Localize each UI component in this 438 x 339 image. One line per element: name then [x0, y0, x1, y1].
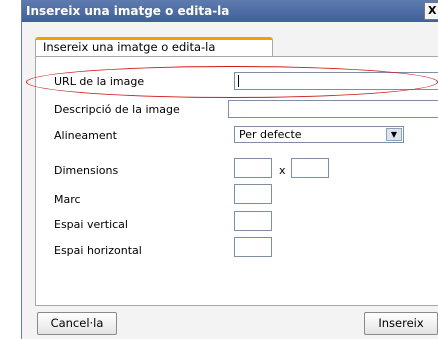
width-input[interactable]: [234, 158, 272, 178]
url-input[interactable]: [234, 72, 438, 90]
tab-insert-image[interactable]: Insereix una imatge o edita-la: [35, 37, 273, 56]
dimensions-label: Dimensions: [54, 164, 119, 177]
dialog-title: Insereix una imatge o edita-la: [26, 4, 230, 18]
dimensions-separator: x: [279, 164, 286, 177]
height-input[interactable]: [291, 158, 329, 178]
alignment-value: Per defecte: [239, 128, 302, 141]
tab-panel: [35, 56, 438, 306]
border-label: Marc: [54, 193, 81, 206]
close-icon[interactable]: X: [424, 2, 438, 20]
description-label: Descripció de la image: [54, 103, 180, 116]
vspace-input[interactable]: [234, 211, 272, 231]
image-dialog: Insereix una imatge o edita-la X Inserei…: [21, 0, 438, 339]
border-input[interactable]: [234, 184, 272, 204]
dialog-titlebar[interactable]: Insereix una imatge o edita-la X: [22, 0, 438, 22]
alignment-select[interactable]: Per defecte ▼: [234, 126, 404, 143]
vspace-label: Espai vertical: [54, 218, 128, 231]
chevron-down-icon[interactable]: ▼: [386, 128, 402, 141]
hspace-input[interactable]: [234, 237, 272, 257]
hspace-label: Espai horizontal: [54, 244, 142, 257]
cancel-button[interactable]: Cancel·la: [37, 312, 117, 335]
alignment-label: Alineament: [54, 129, 117, 142]
description-input[interactable]: [228, 100, 438, 118]
insert-button[interactable]: Insereix: [364, 312, 438, 335]
url-label: URL de la image: [54, 75, 145, 88]
text-caret: [238, 75, 239, 87]
